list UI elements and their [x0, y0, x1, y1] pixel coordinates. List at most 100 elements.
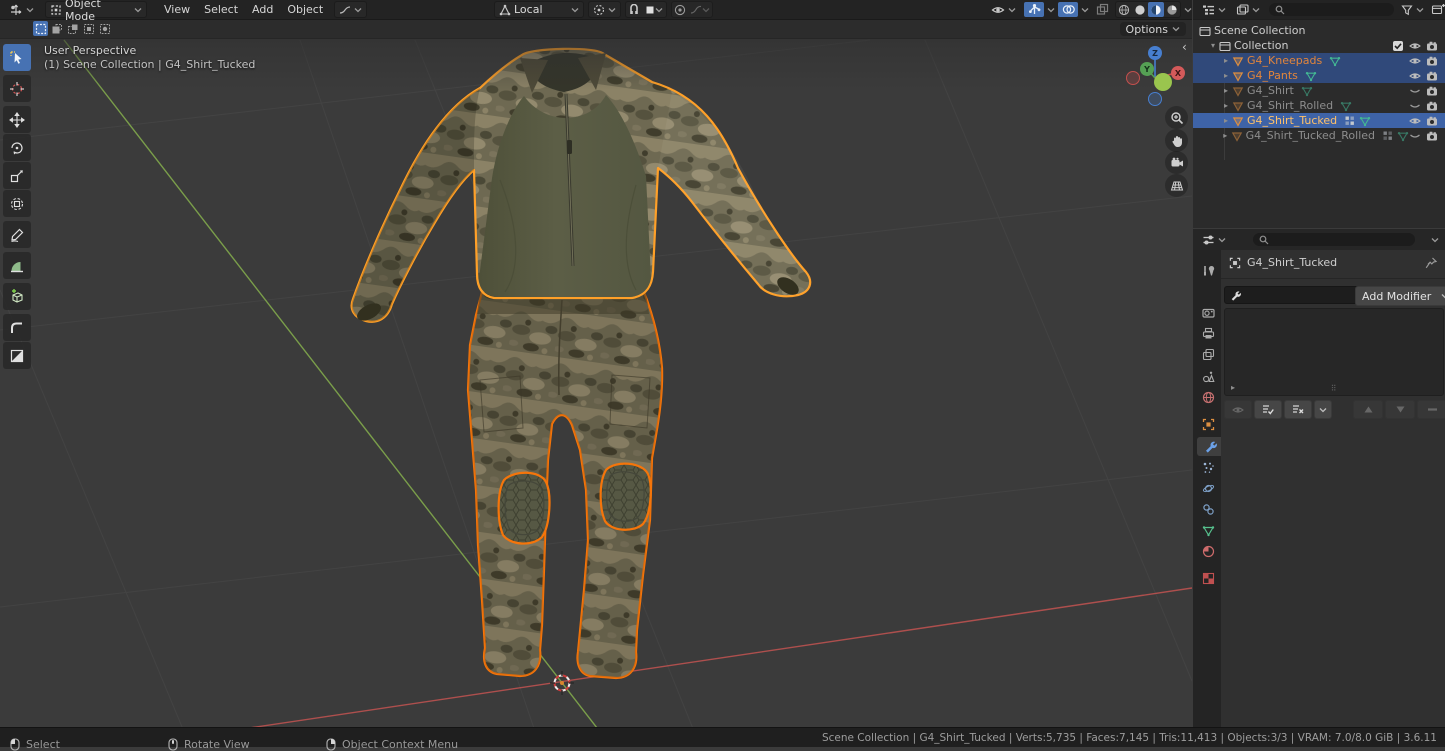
shading-wireframe-button[interactable]: [1116, 2, 1132, 17]
outliner-item-label[interactable]: G4_Shirt_Tucked: [1247, 114, 1337, 127]
modifier-search-field[interactable]: [1224, 286, 1362, 304]
eye-open-icon[interactable]: [1409, 40, 1421, 52]
gizmo-neg-z-ball[interactable]: [1149, 93, 1162, 106]
show-gizmo-toggle[interactable]: [1024, 2, 1044, 17]
camera-visibility-icon[interactable]: [1426, 85, 1438, 97]
menu-object[interactable]: Object: [280, 0, 330, 19]
collapse-arrow-icon[interactable]: ▾: [1207, 41, 1219, 50]
menu-select[interactable]: Select: [197, 0, 245, 19]
outliner-item[interactable]: ▸ G4_Shirt_Tucked_Rolled: [1193, 128, 1445, 143]
transform-orientation-dropdown[interactable]: Local: [494, 1, 584, 18]
outliner-item-label[interactable]: G4_Shirt: [1247, 84, 1294, 97]
tool-move[interactable]: [3, 106, 31, 133]
gizmo-dropdown-chevron[interactable]: [1047, 7, 1055, 13]
camera-visibility-icon[interactable]: [1426, 40, 1438, 52]
properties-options-chevron[interactable]: [1431, 237, 1439, 243]
tab-physics[interactable]: [1196, 479, 1220, 498]
select-mode-intersect[interactable]: [97, 21, 112, 36]
object-type-visibility-dropdown[interactable]: [986, 1, 1021, 18]
overlays-dropdown-chevron[interactable]: [1081, 7, 1089, 13]
tool-shear[interactable]: [3, 314, 31, 341]
tab-output[interactable]: [1196, 324, 1220, 343]
eye-open-icon[interactable]: [1409, 55, 1421, 67]
modifier-extras-dropdown[interactable]: [1314, 400, 1332, 419]
camera-visibility-icon[interactable]: [1426, 70, 1438, 82]
outliner-item-label[interactable]: G4_Kneepads: [1247, 54, 1322, 67]
snap-target-dropdown[interactable]: [642, 2, 666, 17]
outliner-search-input[interactable]: [1269, 3, 1394, 16]
outliner-collection-row[interactable]: ▾ Collection: [1193, 38, 1445, 53]
modifier-visibility-button[interactable]: [1224, 400, 1252, 419]
gizmo-front-ball[interactable]: [1154, 73, 1172, 91]
tab-render[interactable]: [1196, 303, 1220, 322]
sidebar-collapse-arrow[interactable]: ‹: [1182, 40, 1187, 54]
eye-open-icon[interactable]: [1409, 70, 1421, 82]
tool-rotate[interactable]: [3, 134, 31, 161]
tab-texture[interactable]: [1196, 569, 1220, 588]
outliner-item[interactable]: ▸ G4_Shirt: [1193, 83, 1445, 98]
tool-to-sphere[interactable]: [3, 342, 31, 369]
camera-visibility-icon[interactable]: [1426, 55, 1438, 67]
outliner-item[interactable]: ▸ G4_Shirt_Tucked: [1193, 113, 1445, 128]
tab-view-layer[interactable]: [1196, 345, 1220, 364]
add-modifier-dropdown[interactable]: Add Modifier: [1355, 286, 1445, 306]
eye-closed-icon[interactable]: [1409, 100, 1421, 112]
model-g4-outfit[interactable]: [352, 49, 811, 678]
xray-toggle[interactable]: [1092, 2, 1112, 17]
eye-closed-icon[interactable]: [1409, 85, 1421, 97]
tab-particles[interactable]: [1196, 458, 1220, 477]
move-modifier-down-button[interactable]: [1385, 400, 1415, 419]
editor-type-button[interactable]: [4, 1, 39, 18]
expand-arrow-icon[interactable]: ▸: [1220, 101, 1232, 110]
expand-arrow-icon[interactable]: ▸: [1220, 71, 1232, 80]
outliner-item[interactable]: ▸ G4_Pants: [1193, 68, 1445, 83]
shading-dropdown-chevron[interactable]: [1184, 7, 1192, 13]
outliner-item-label[interactable]: G4_Pants: [1247, 69, 1298, 82]
tab-material[interactable]: [1196, 542, 1220, 561]
outliner-item[interactable]: ▸ G4_Shirt_Rolled: [1193, 98, 1445, 113]
zoom-view-button[interactable]: [1165, 106, 1188, 129]
3d-viewport[interactable]: User Perspective (1) Scene Collection | …: [0, 0, 1192, 727]
select-mode-subtract[interactable]: [65, 21, 80, 36]
outliner-scene-collection-row[interactable]: Scene Collection: [1193, 23, 1445, 38]
breadcrumb-object-name[interactable]: G4_Shirt_Tucked: [1247, 256, 1337, 269]
navigation-gizmo[interactable]: Z Y X: [1118, 42, 1192, 110]
new-collection-button[interactable]: [1431, 3, 1445, 16]
expand-arrow-icon[interactable]: ▸: [1220, 116, 1232, 125]
tool-add-cube[interactable]: [3, 283, 31, 310]
tool-transform[interactable]: [3, 190, 31, 217]
tool-measure[interactable]: [3, 252, 31, 279]
expand-arrow-icon[interactable]: ▸: [1220, 86, 1232, 95]
properties-search-input[interactable]: [1253, 233, 1415, 246]
shading-rendered-button[interactable]: [1164, 2, 1180, 17]
scene-collection-label[interactable]: Scene Collection: [1214, 24, 1305, 37]
proportional-falloff-dropdown[interactable]: [688, 2, 712, 17]
resize-grip-icon[interactable]: ⠿: [1331, 384, 1338, 393]
options-dropdown[interactable]: Options: [1120, 22, 1186, 36]
proportional-editing-toggle[interactable]: [672, 2, 688, 17]
tab-object[interactable]: [1196, 415, 1220, 434]
show-overlays-toggle[interactable]: [1058, 2, 1078, 17]
mode-dropdown[interactable]: Object Mode: [45, 1, 147, 18]
shading-material-preview-button[interactable]: [1148, 2, 1164, 17]
collection-checkbox[interactable]: [1392, 40, 1404, 52]
outliner-item-label[interactable]: G4_Shirt_Rolled: [1247, 99, 1333, 112]
camera-visibility-icon[interactable]: [1426, 100, 1438, 112]
tool-select-box[interactable]: [3, 44, 31, 71]
menu-add[interactable]: Add: [245, 0, 280, 19]
eye-open-icon[interactable]: [1409, 115, 1421, 127]
remove-all-modifiers-button[interactable]: [1284, 400, 1312, 419]
remove-modifier-button[interactable]: [1417, 400, 1445, 419]
apply-all-modifiers-button[interactable]: [1254, 400, 1282, 419]
pan-view-button[interactable]: [1165, 129, 1188, 152]
menu-view[interactable]: View: [157, 0, 197, 19]
tab-tool[interactable]: [1196, 261, 1220, 280]
expand-arrow-icon[interactable]: ▸: [1231, 383, 1235, 392]
gizmo-neg-x-ball[interactable]: [1127, 72, 1140, 85]
outliner-item[interactable]: ▸ G4_Kneepads: [1193, 53, 1445, 68]
camera-visibility-icon[interactable]: [1426, 115, 1438, 127]
tool-annotate[interactable]: [3, 221, 31, 248]
move-modifier-up-button[interactable]: [1353, 400, 1383, 419]
select-mode-invert[interactable]: [81, 21, 96, 36]
select-mode-set[interactable]: [33, 21, 48, 36]
